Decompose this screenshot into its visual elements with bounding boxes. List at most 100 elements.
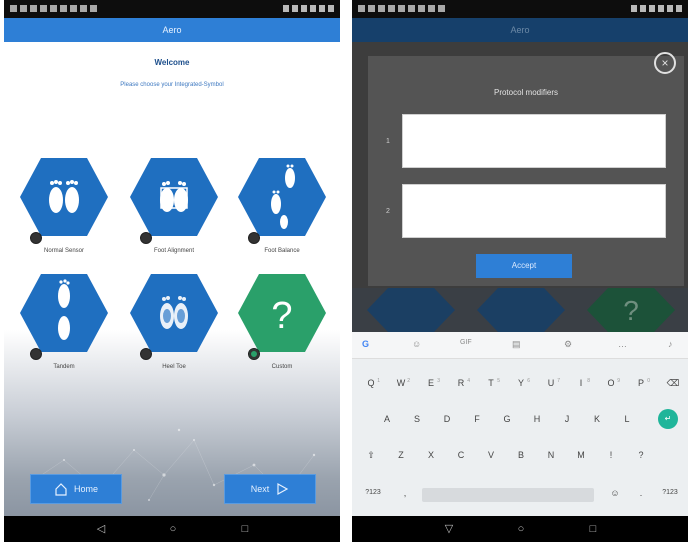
key-t[interactable]: T5	[478, 370, 504, 396]
key-hint: 8	[587, 378, 590, 384]
key-a[interactable]: A	[374, 406, 400, 432]
radio-button[interactable]	[30, 232, 42, 244]
key-row-1: Q 1 W 2 E 3 R 4 T 5 Y 6 U 7 I 8 O 9 P 0 ⌫	[352, 370, 688, 398]
dimmed-option-row: ?	[352, 288, 688, 332]
accept-button[interactable]: Accept	[476, 254, 572, 278]
key-c[interactable]: C	[448, 442, 474, 468]
key-e[interactable]: E3	[418, 370, 444, 396]
key-sym[interactable]: ?	[628, 442, 654, 468]
gif-label-icon[interactable]: GIF	[460, 339, 472, 346]
radio-button[interactable]	[140, 348, 152, 360]
app-bar-title: Aero	[352, 18, 688, 42]
key-hint: 1	[377, 378, 380, 384]
key-n[interactable]: N	[538, 442, 564, 468]
home-nav-icon[interactable]: ○	[166, 522, 180, 536]
key-hint: 4	[467, 378, 470, 384]
key-sym[interactable]: !	[598, 442, 624, 468]
key-v[interactable]: V	[478, 442, 504, 468]
status-bar	[352, 0, 688, 18]
app-bar-title: Aero	[4, 18, 340, 42]
key-b[interactable]: B	[508, 442, 534, 468]
period-key[interactable]: .	[628, 480, 654, 506]
key-hint: 9	[617, 378, 620, 384]
key-x[interactable]: X	[418, 442, 444, 468]
key-q[interactable]: Q1	[358, 370, 384, 396]
key-y[interactable]: Y6	[508, 370, 534, 396]
key-k[interactable]: K	[584, 406, 610, 432]
hexagon-tile	[130, 274, 218, 352]
left-screen: Aero Welcome Please choose your Integrat…	[4, 0, 340, 542]
symbols-key[interactable]: ?123	[356, 480, 390, 506]
key-r[interactable]: R4	[448, 370, 474, 396]
key-p[interactable]: P0	[628, 370, 654, 396]
hexagon-tile	[20, 274, 108, 352]
home-nav-icon[interactable]: ○	[514, 522, 528, 536]
key-z[interactable]: Z	[388, 442, 414, 468]
back-icon[interactable]: ▽	[442, 522, 456, 536]
back-icon[interactable]: ◁	[94, 522, 108, 536]
space-key[interactable]	[422, 488, 594, 502]
key-u[interactable]: U7	[538, 370, 564, 396]
recents-icon[interactable]: □	[586, 522, 600, 536]
close-icon[interactable]: ×	[654, 52, 676, 74]
radio-button[interactable]	[30, 348, 42, 360]
hexagon-tile	[20, 158, 108, 236]
key-w[interactable]: W2	[388, 370, 414, 396]
system-icons	[631, 5, 682, 12]
next-button[interactable]: Next	[224, 474, 316, 504]
protocol-option-balance[interactable]: Foot Balance	[236, 156, 328, 264]
key-j[interactable]: J	[554, 406, 580, 432]
hexagon-tile: ?	[238, 274, 326, 352]
key-l[interactable]: L	[614, 406, 640, 432]
system-nav-bar: ◁ ○ □	[4, 516, 340, 542]
key-hint: 0	[647, 378, 650, 384]
protocol-option-alignment[interactable]: Foot Alignment	[128, 156, 220, 264]
key-row-4: ?123 , ☺ . ?123	[352, 480, 688, 508]
shift-icon[interactable]: ⇧	[358, 442, 384, 468]
protocol-option-heel-toe[interactable]: Heel Toe	[128, 272, 220, 380]
protocol-option-tandem[interactable]: Tandem	[18, 272, 110, 380]
page-title: Welcome	[154, 58, 190, 67]
recents-icon[interactable]: □	[238, 522, 252, 536]
mic-icon[interactable]: ♪	[668, 339, 673, 349]
field-1-label: 1	[386, 138, 390, 145]
key-s[interactable]: S	[404, 406, 430, 432]
home-button[interactable]: Home	[30, 474, 122, 504]
gif-icon[interactable]: ☺	[412, 339, 421, 349]
clipboard-icon[interactable]: ▤	[512, 339, 521, 350]
protocol-option-custom[interactable]: ? Custom	[236, 272, 328, 380]
protocol-modifiers-dialog: Protocol modifiers 1 2 Accept	[368, 56, 684, 286]
symbols-key-right[interactable]: ?123	[654, 480, 686, 506]
modifier-field-2[interactable]	[402, 184, 666, 238]
settings-icon[interactable]: ⚙	[564, 339, 572, 350]
emoji-icon[interactable]: ☺	[602, 480, 628, 506]
system-nav-bar: ▽ ○ □	[352, 516, 688, 542]
play-arrow-icon	[277, 482, 289, 496]
hexagon-tile	[130, 158, 218, 236]
home-icon	[55, 483, 67, 496]
radio-button-selected[interactable]	[248, 348, 260, 360]
option-label: Normal Sensor	[43, 248, 84, 254]
radio-button[interactable]	[140, 232, 152, 244]
more-icon[interactable]: …	[618, 339, 627, 349]
key-f[interactable]: F	[464, 406, 490, 432]
option-label: Tandem	[53, 364, 75, 370]
modifier-field-1[interactable]	[402, 114, 666, 168]
soft-keyboard: G ☺ GIF ▤ ⚙ … ♪ Q 1 W 2 E 3 R 4 T 5 Y 6 U 7 I 8 O 9 P 0 ⌫ AS…	[352, 332, 688, 516]
home-button-label: Home	[73, 484, 98, 494]
key-o[interactable]: O9	[598, 370, 624, 396]
radio-button[interactable]	[248, 232, 260, 244]
enter-icon[interactable]: ↵	[658, 409, 678, 429]
suggestion-strip: G ☺ GIF ▤ ⚙ … ♪	[352, 332, 688, 359]
key-d[interactable]: D	[434, 406, 460, 432]
google-icon[interactable]: G	[362, 339, 369, 349]
dimmed-hexagons: ?	[367, 288, 675, 332]
key-i[interactable]: I8	[568, 370, 594, 396]
backspace-icon[interactable]: ⌫	[660, 370, 686, 396]
key-g[interactable]: G	[494, 406, 520, 432]
notification-icons	[10, 5, 97, 13]
protocol-option-normal[interactable]: Normal Sensor	[18, 156, 110, 264]
key-h[interactable]: H	[524, 406, 550, 432]
key-m[interactable]: M	[568, 442, 594, 468]
comma-key[interactable]: ,	[392, 480, 418, 506]
